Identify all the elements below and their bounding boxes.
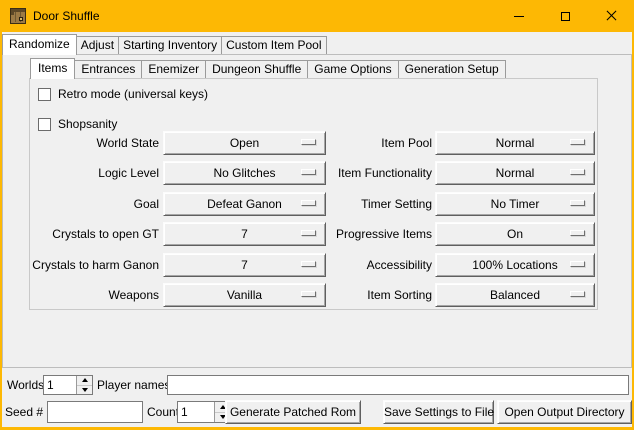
dropdown-indicator-icon — [570, 200, 585, 206]
dropdown-indicator-icon — [570, 169, 585, 175]
dropdown-indicator-icon — [570, 230, 585, 236]
shopsanity-label: Shopsanity — [58, 117, 117, 131]
seed-input[interactable] — [47, 401, 143, 423]
open-output-directory-button[interactable]: Open Output Directory — [497, 400, 632, 424]
item-sorting-value: Balanced — [438, 284, 592, 306]
item-pool-dropdown[interactable]: Normal — [435, 131, 595, 155]
crystals-harm-ganon-label: Crystals to harm Ganon — [32, 253, 159, 277]
window-title: Door Shuffle — [33, 9, 100, 23]
close-icon — [606, 11, 616, 21]
progressive-items-dropdown[interactable]: On — [435, 222, 595, 246]
item-sorting-dropdown[interactable]: Balanced — [435, 283, 595, 307]
goal-label: Goal — [32, 192, 159, 216]
triangle-down-icon — [82, 388, 88, 392]
tab-game-options[interactable]: Game Options — [307, 60, 398, 78]
retro-mode-checkbox[interactable] — [38, 88, 51, 101]
tab-items[interactable]: Items — [30, 58, 75, 79]
minimize-button[interactable] — [496, 0, 542, 32]
count-spinbox — [177, 401, 231, 423]
crystals-open-gt-label: Crystals to open GT — [32, 222, 159, 246]
count-input[interactable] — [178, 402, 214, 422]
timer-setting-value: No Timer — [438, 193, 592, 215]
dropdown-indicator-icon — [570, 291, 585, 297]
weapons-label: Weapons — [32, 283, 159, 307]
player-names-label: Player names — [97, 375, 170, 395]
accessibility-label: Accessibility — [270, 253, 432, 277]
save-settings-button[interactable]: Save Settings to File — [383, 400, 494, 424]
minimize-icon — [514, 16, 524, 17]
count-label: Count — [147, 400, 179, 424]
tab-starting-inventory[interactable]: Starting Inventory — [118, 36, 222, 54]
dropdown-indicator-icon — [570, 261, 585, 267]
tab-entrances[interactable]: Entrances — [74, 60, 142, 78]
progressive-items-label: Progressive Items — [270, 222, 432, 246]
accessibility-value: 100% Locations — [438, 254, 592, 276]
item-pool-value: Normal — [438, 132, 592, 154]
items-tab-pane: Retro mode (universal keys) Shopsanity W… — [29, 78, 598, 310]
sub-tab-bar: Items Entrances Enemizer Dungeon Shuffle… — [30, 57, 505, 78]
window: Door Shuffle Randomize Adjust Starting I… — [0, 0, 634, 430]
item-pool-label: Item Pool — [270, 131, 432, 155]
generate-patched-rom-button[interactable]: Generate Patched Rom — [225, 400, 361, 424]
maximize-button[interactable] — [542, 0, 588, 32]
worlds-spin-buttons — [76, 376, 92, 394]
tab-randomize[interactable]: Randomize — [2, 34, 77, 55]
caption-buttons — [496, 0, 634, 32]
maximize-icon — [561, 12, 570, 21]
worlds-spin-down-button[interactable] — [77, 386, 92, 395]
seed-label: Seed # — [5, 400, 43, 424]
timer-setting-dropdown[interactable]: No Timer — [435, 192, 595, 216]
shopsanity-checkbox-row: Shopsanity — [38, 117, 117, 131]
retro-mode-checkbox-row: Retro mode (universal keys) — [38, 87, 208, 101]
progressive-items-value: On — [438, 223, 592, 245]
tab-adjust[interactable]: Adjust — [76, 36, 119, 54]
item-functionality-dropdown[interactable]: Normal — [435, 161, 595, 185]
door-icon — [10, 8, 26, 24]
worlds-spin-up-button[interactable] — [77, 376, 92, 386]
worlds-spinbox — [43, 375, 93, 395]
tab-dungeon-shuffle[interactable]: Dungeon Shuffle — [205, 60, 308, 78]
item-functionality-value: Normal — [438, 162, 592, 184]
item-functionality-label: Item Functionality — [270, 161, 432, 185]
retro-mode-label: Retro mode (universal keys) — [58, 87, 208, 101]
tab-generation-setup[interactable]: Generation Setup — [398, 60, 506, 78]
dropdown-indicator-icon — [570, 139, 585, 145]
shopsanity-checkbox[interactable] — [38, 118, 51, 131]
titlebar: Door Shuffle — [0, 0, 634, 32]
tab-custom-item-pool[interactable]: Custom Item Pool — [221, 36, 326, 54]
triangle-up-icon — [82, 378, 88, 382]
main-tab-bar: Randomize Adjust Starting Inventory Cust… — [2, 33, 326, 54]
logic-level-label: Logic Level — [32, 161, 159, 185]
world-state-label: World State — [32, 131, 159, 155]
player-names-input[interactable] — [167, 375, 629, 395]
item-sorting-label: Item Sorting — [270, 283, 432, 307]
worlds-label: Worlds — [7, 375, 44, 395]
window-content: Randomize Adjust Starting Inventory Cust… — [2, 32, 632, 427]
accessibility-dropdown[interactable]: 100% Locations — [435, 253, 595, 277]
tab-enemizer[interactable]: Enemizer — [141, 60, 206, 78]
worlds-input[interactable] — [44, 376, 76, 394]
timer-setting-label: Timer Setting — [270, 192, 432, 216]
close-button[interactable] — [588, 0, 634, 32]
